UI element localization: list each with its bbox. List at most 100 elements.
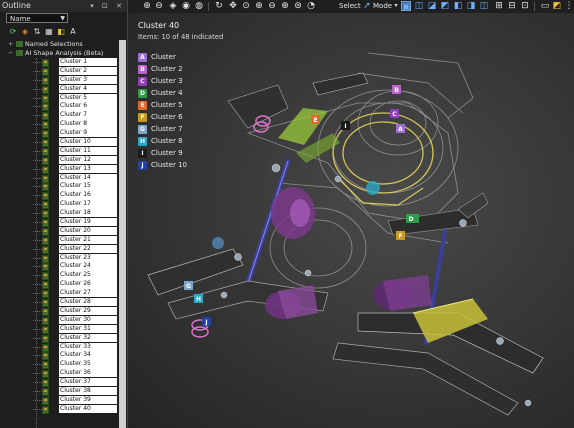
component-icon[interactable]: ◧ — [56, 27, 66, 37]
render-icon[interactable]: ◍ — [194, 1, 204, 11]
tree-item-cluster[interactable]: Cluster 40 — [33, 404, 118, 414]
visibility-checkbox-icon[interactable] — [42, 201, 49, 210]
visibility-checkbox-icon[interactable] — [42, 325, 49, 334]
visibility-checkbox-icon[interactable] — [42, 227, 49, 236]
visibility-checkbox-icon[interactable] — [42, 352, 49, 361]
view-icon[interactable]: ◔ — [306, 1, 316, 11]
tree-item-cluster[interactable]: Cluster 37 — [33, 378, 118, 388]
tree-item-ai-shape-analysis[interactable]: − AI Shape Analysis (Beta) — [8, 49, 103, 58]
window-icon[interactable]: ▭ — [540, 1, 550, 11]
tree-item-cluster[interactable]: Cluster 28 — [33, 298, 118, 308]
layer-icon[interactable]: ⊟ — [507, 1, 517, 11]
select-component-icon[interactable]: ◨ — [466, 1, 476, 11]
tree-item-cluster[interactable]: Cluster 2 — [33, 66, 118, 76]
tree-item-cluster[interactable]: Cluster 6 — [33, 102, 118, 112]
select-edge-icon[interactable]: ◩ — [440, 1, 450, 11]
selection-icon[interactable]: ◈ — [20, 27, 30, 37]
zoom-previous-icon[interactable]: ⊖ — [267, 1, 277, 11]
visibility-checkbox-icon[interactable] — [42, 370, 49, 379]
chevron-down-icon[interactable]: ▾ — [391, 1, 401, 11]
visibility-checkbox-icon[interactable] — [42, 290, 49, 299]
tree-item-cluster[interactable]: Cluster 29 — [33, 306, 118, 316]
tree-item-cluster[interactable]: Cluster 30 — [33, 315, 118, 325]
tree-item-cluster[interactable]: Cluster 15 — [33, 182, 118, 192]
tree-item-cluster[interactable]: Cluster 22 — [33, 244, 118, 254]
visibility-checkbox-icon[interactable] — [42, 254, 49, 263]
visibility-checkbox-icon[interactable] — [42, 316, 49, 325]
tree-item-cluster[interactable]: Cluster 14 — [33, 173, 118, 183]
tree-item-cluster[interactable]: Cluster 9 — [33, 129, 118, 139]
cursor-icon[interactable]: ➚ — [362, 1, 372, 11]
visibility-checkbox-icon[interactable] — [42, 299, 49, 308]
tree-item-cluster[interactable]: Cluster 27 — [33, 289, 118, 299]
sort-icon[interactable]: ⇅ — [32, 27, 42, 37]
tree-item-cluster[interactable]: Cluster 19 — [33, 218, 118, 228]
tree-item-cluster[interactable]: Cluster 18 — [33, 209, 118, 219]
view-cube-icon[interactable]: ◈ — [168, 1, 178, 11]
zoom-in-icon[interactable]: ⊕ — [142, 1, 152, 11]
visibility-checkbox-icon[interactable] — [42, 361, 49, 370]
refresh-icon[interactable]: ⟳ — [8, 27, 18, 37]
visibility-checkbox-icon[interactable] — [42, 219, 49, 228]
visibility-checkbox-icon[interactable] — [42, 130, 49, 139]
select-face-icon[interactable]: ◪ — [427, 1, 437, 11]
tree-item-cluster[interactable]: Cluster 8 — [33, 120, 118, 130]
zoom-extents-icon[interactable]: ⊕ — [280, 1, 290, 11]
text-sort-icon[interactable]: A — [68, 27, 78, 37]
mode-dropdown[interactable]: Mode — [373, 1, 392, 12]
tree-item-cluster[interactable]: Cluster 26 — [33, 280, 118, 290]
more-options-icon[interactable]: ⋮ — [564, 1, 574, 11]
tree-item-cluster[interactable]: Cluster 17 — [33, 200, 118, 210]
zoom-selection-icon[interactable]: ⊜ — [293, 1, 303, 11]
tree-item-cluster[interactable]: Cluster 12 — [33, 155, 118, 165]
select-body-icon[interactable]: ◫ — [414, 1, 424, 11]
tree-item-cluster[interactable]: Cluster 34 — [33, 351, 118, 361]
visibility-checkbox-icon[interactable] — [42, 281, 49, 290]
visibility-checkbox-icon[interactable] — [42, 210, 49, 219]
visibility-checkbox-icon[interactable] — [42, 59, 49, 67]
visibility-checkbox-icon[interactable] — [42, 387, 49, 396]
tree-item-cluster[interactable]: Cluster 36 — [33, 369, 118, 379]
visibility-checkbox-icon[interactable] — [42, 343, 49, 352]
tree-item-cluster[interactable]: Cluster 20 — [33, 226, 118, 236]
highlight-icon[interactable]: ◩ — [552, 1, 562, 11]
visibility-checkbox-icon[interactable] — [42, 307, 49, 316]
visibility-checkbox-icon[interactable] — [42, 103, 49, 112]
visibility-checkbox-icon[interactable] — [42, 405, 49, 414]
visibility-checkbox-icon[interactable] — [42, 67, 49, 76]
visibility-checkbox-icon[interactable] — [42, 334, 49, 343]
tree-item-cluster[interactable]: Cluster 39 — [33, 395, 118, 405]
tree-item-cluster[interactable]: Cluster 31 — [33, 324, 118, 334]
visibility-checkbox-icon[interactable] — [42, 192, 49, 201]
visibility-checkbox-icon[interactable] — [42, 121, 49, 130]
tree-item-cluster[interactable]: Cluster 10 — [33, 138, 118, 148]
visibility-checkbox-icon[interactable] — [42, 112, 49, 121]
visibility-checkbox-icon[interactable] — [42, 263, 49, 272]
visibility-checkbox-icon[interactable] — [42, 76, 49, 85]
grid-icon[interactable]: ▦ — [44, 27, 54, 37]
visibility-checkbox-icon[interactable] — [42, 396, 49, 405]
tree-item-cluster[interactable]: Cluster 4 — [33, 84, 118, 94]
zoom-window-icon[interactable]: ⊕ — [254, 1, 264, 11]
tree-item-cluster[interactable]: Cluster 7 — [33, 111, 118, 121]
tree-item-cluster[interactable]: Cluster 24 — [33, 262, 118, 272]
3d-viewport[interactable]: A B C D E F G H I J Cluster 40 Items: 10… — [128, 13, 574, 428]
tree-item-cluster[interactable]: Cluster 33 — [33, 342, 118, 352]
visibility-checkbox-icon[interactable] — [42, 272, 49, 281]
tree-item-cluster[interactable]: Cluster 21 — [33, 235, 118, 245]
tree-item-cluster[interactable]: Cluster 38 — [33, 386, 118, 396]
visibility-checkbox-icon[interactable] — [42, 183, 49, 192]
tree-item-cluster[interactable]: Cluster 35 — [33, 360, 118, 370]
select-group-icon[interactable]: ◫ — [479, 1, 489, 11]
tree-item-cluster[interactable]: Cluster 11 — [33, 146, 118, 156]
outline-filter-select[interactable]: Name ▼ — [6, 13, 68, 23]
rotate-icon[interactable]: ↻ — [214, 1, 224, 11]
grid-view-icon[interactable]: ⊡ — [520, 1, 530, 11]
tree-item-cluster[interactable]: Cluster 3 — [33, 75, 118, 85]
tree-item-cluster[interactable]: Cluster 13 — [33, 164, 118, 174]
tree-item-cluster[interactable]: Cluster 5 — [33, 93, 118, 103]
visibility-checkbox-icon[interactable] — [42, 174, 49, 183]
zoom-fit-icon[interactable]: ⊙ — [241, 1, 251, 11]
visibility-checkbox-icon[interactable] — [42, 94, 49, 103]
visibility-checkbox-icon[interactable] — [42, 165, 49, 174]
